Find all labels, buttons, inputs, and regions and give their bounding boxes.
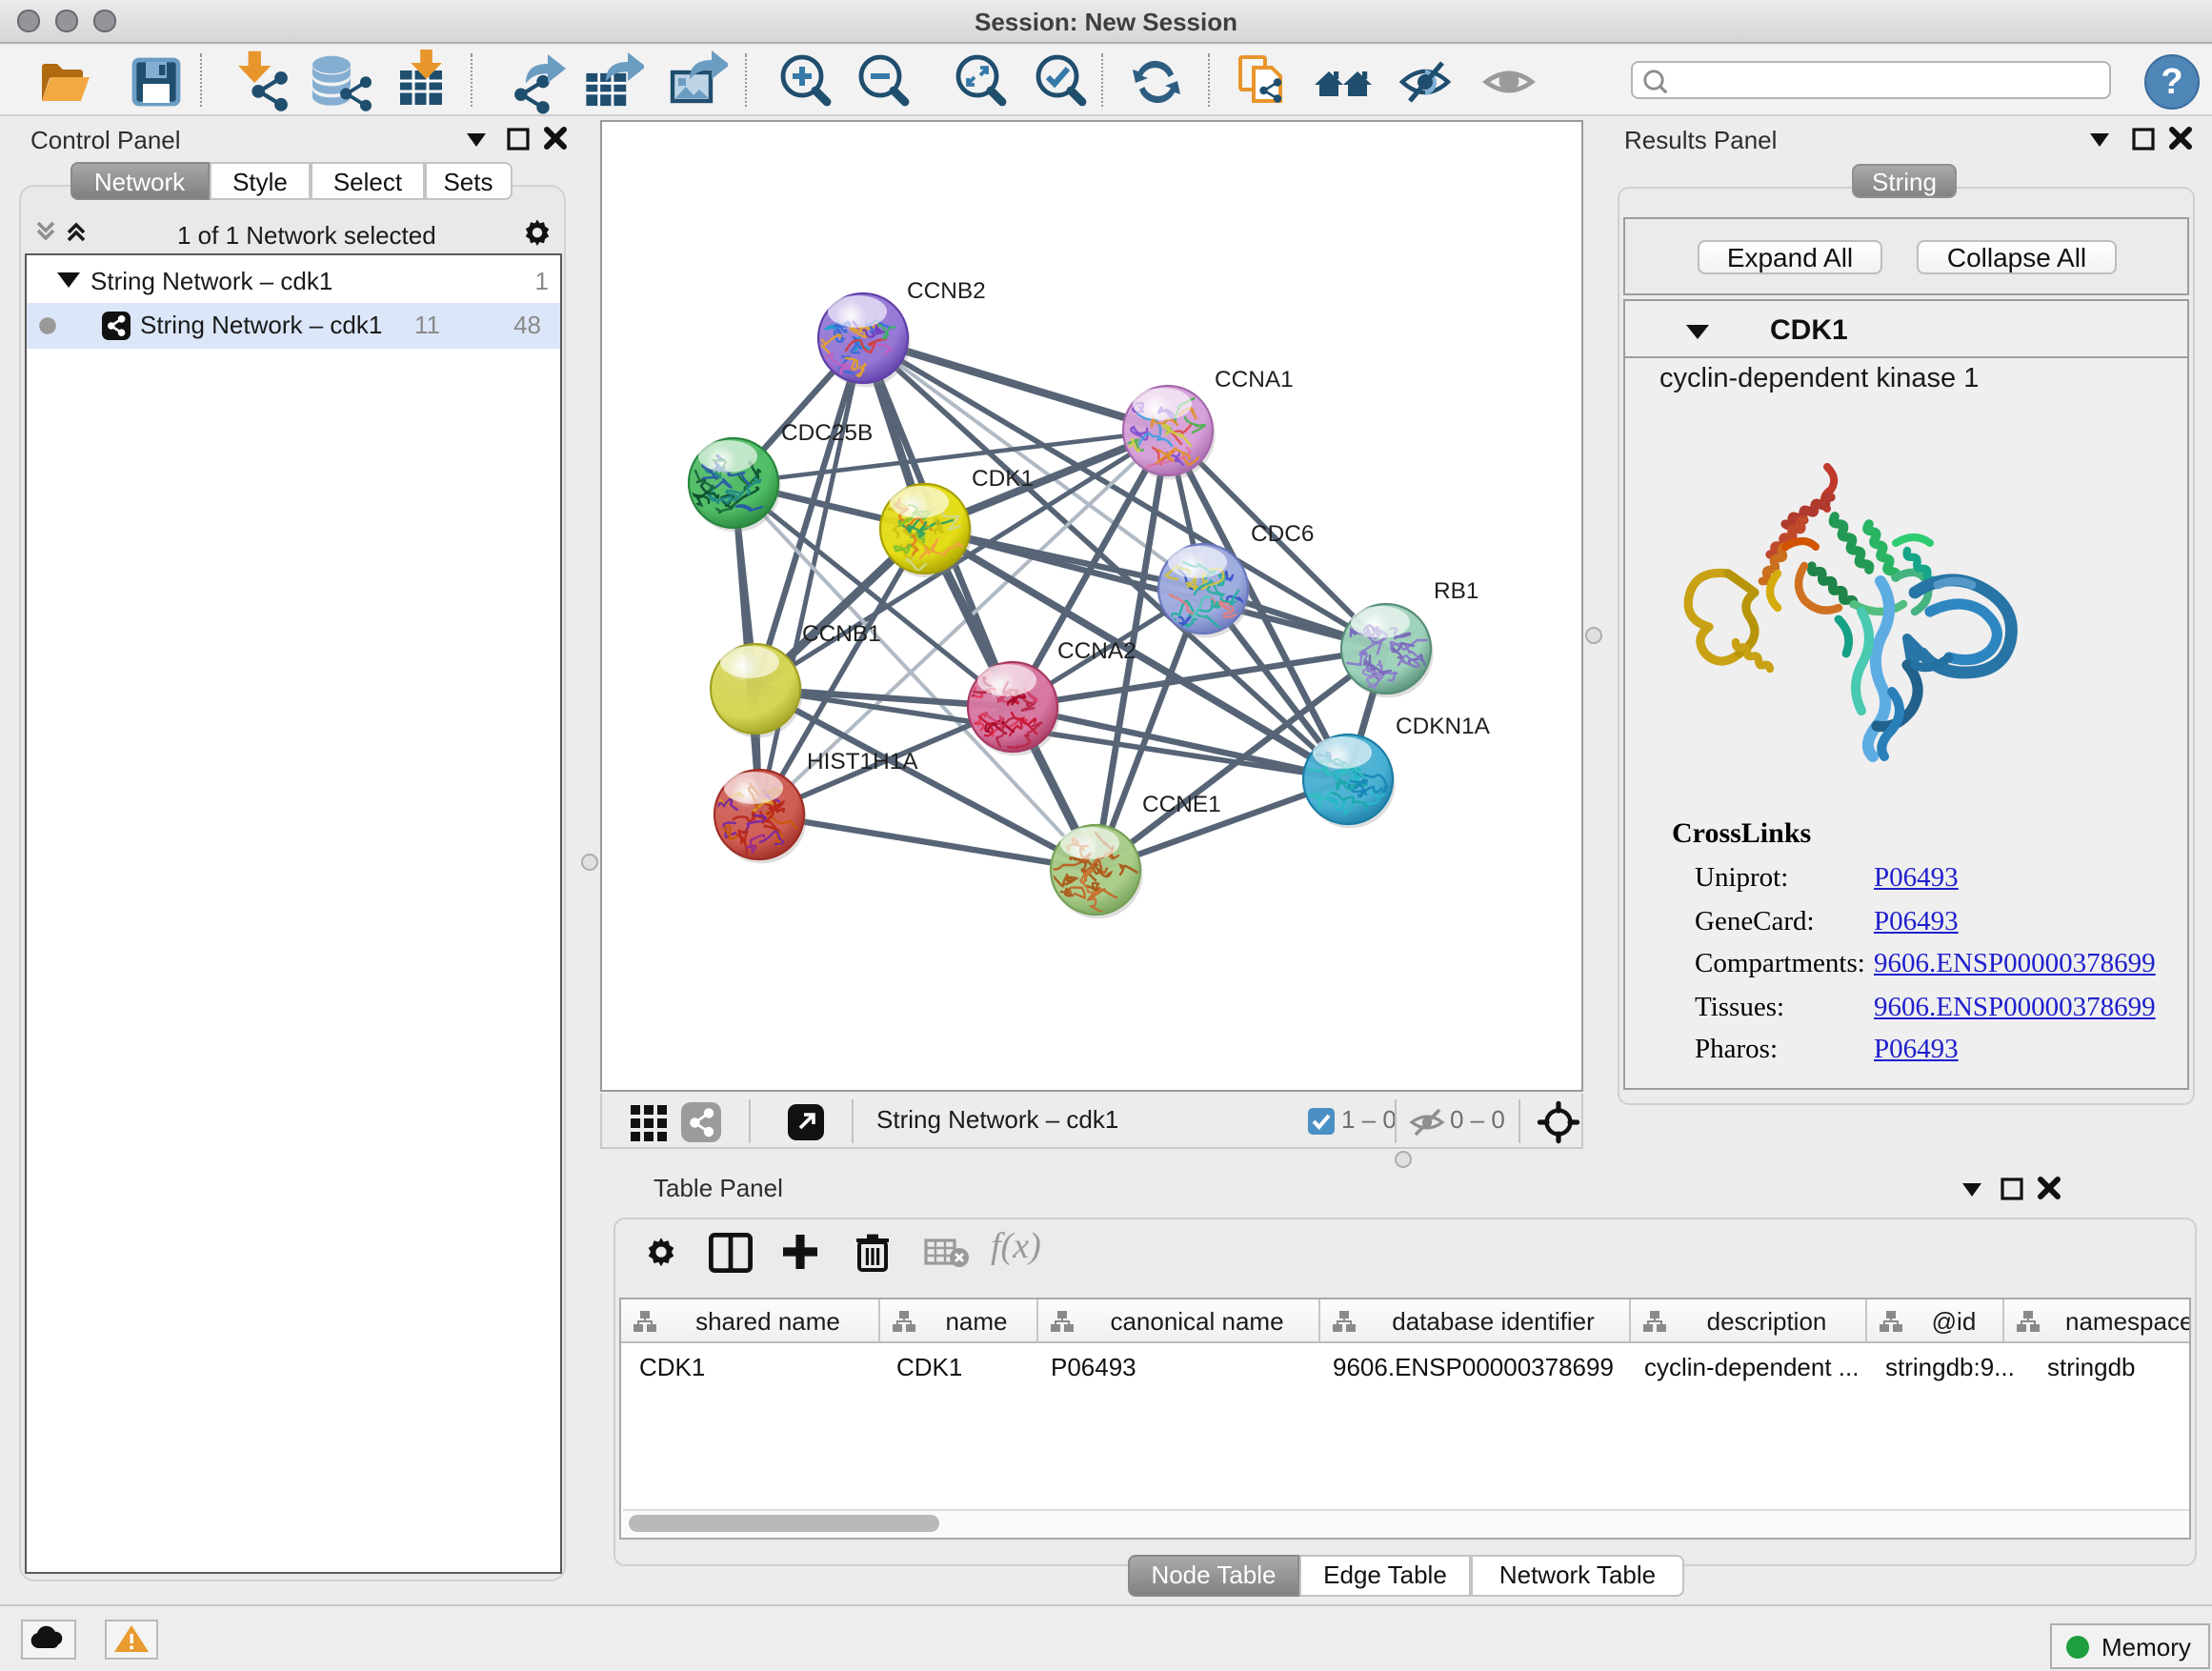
svg-text:CDC6: CDC6 <box>1251 520 1314 546</box>
svg-text:RB1: RB1 <box>1434 577 1478 603</box>
svg-text:CCNE1: CCNE1 <box>1142 791 1221 816</box>
svg-text:?: ? <box>2161 62 2182 102</box>
svg-text:CCNB1: CCNB1 <box>802 620 881 646</box>
svg-text:CCNB2: CCNB2 <box>907 277 986 303</box>
svg-text:CCNA2: CCNA2 <box>1057 637 1136 663</box>
svg-text:CDKN1A: CDKN1A <box>1396 713 1491 738</box>
svg-text:CDC25B: CDC25B <box>781 419 873 445</box>
svg-text:CDK1: CDK1 <box>972 465 1034 491</box>
svg-text:HIST1H1A: HIST1H1A <box>807 748 918 774</box>
svg-text:CCNA1: CCNA1 <box>1215 366 1294 392</box>
